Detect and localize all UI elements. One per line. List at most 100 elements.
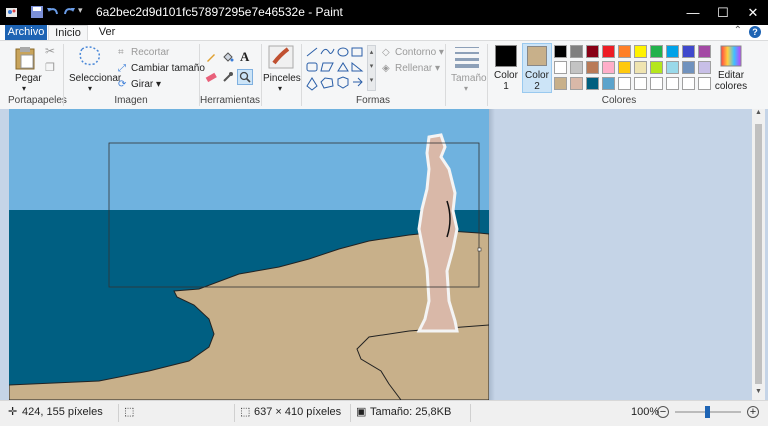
palette-swatch[interactable]	[618, 45, 631, 58]
palette-swatch[interactable]	[618, 61, 631, 74]
text-tool-icon[interactable]: A	[240, 49, 249, 65]
palette-swatch[interactable]	[554, 77, 567, 90]
palette-swatch[interactable]	[602, 77, 615, 90]
undo-icon[interactable]	[46, 5, 60, 19]
color1-label: Color 1	[494, 70, 518, 92]
color-wheel-icon	[720, 45, 742, 67]
pencil-icon[interactable]	[205, 51, 217, 63]
drawing-canvas[interactable]	[9, 109, 489, 400]
tab-inicio[interactable]: Inicio	[48, 25, 88, 40]
seleccionar-label: Seleccionar	[69, 73, 122, 84]
palette-swatch[interactable]	[682, 77, 695, 90]
copy-icon[interactable]: ❐	[45, 61, 55, 74]
separator	[301, 44, 302, 106]
color2-swatch	[527, 46, 547, 66]
editar-colores-button[interactable]: Editar colores	[714, 43, 748, 93]
color1-button[interactable]: Color 1	[491, 43, 521, 93]
canvas-shadow	[489, 109, 495, 400]
zoom-out-button[interactable]: −	[657, 406, 669, 418]
palette-swatch[interactable]	[666, 61, 679, 74]
cursor-position-icon: ✛	[8, 406, 18, 418]
tamano-label: Tamaño	[451, 73, 487, 84]
color1-swatch	[495, 45, 517, 67]
recortar-button[interactable]: Recortar	[131, 47, 169, 58]
pinceles-button[interactable]: Pinceles ▾	[263, 45, 301, 93]
palette-swatch[interactable]	[586, 61, 599, 74]
tab-archivo[interactable]: Archivo	[5, 25, 47, 40]
ribbon: Pegar ▾ ✂ ❐ Portapapeles Seleccionar ▾ ⌗…	[0, 40, 768, 110]
cambiar-tamano-button[interactable]: Cambiar tamaño	[131, 63, 205, 74]
palette-swatch[interactable]	[570, 45, 583, 58]
palette-swatch[interactable]	[698, 77, 711, 90]
palette-swatch[interactable]	[682, 45, 695, 58]
contorno-button[interactable]: Contorno ▾	[395, 47, 444, 58]
magnifier-button[interactable]	[237, 69, 253, 85]
file-size: Tamaño: 25,8KB	[370, 406, 452, 418]
group-colores-label: Colores	[601, 95, 637, 106]
close-button[interactable]: ✕	[738, 0, 768, 25]
palette-swatch[interactable]	[570, 61, 583, 74]
palette-swatch[interactable]	[650, 77, 663, 90]
palette-swatch[interactable]	[698, 45, 711, 58]
help-icon[interactable]: ?	[749, 26, 761, 38]
vertical-scrollbar[interactable]: ▲ ▼	[752, 109, 765, 400]
separator	[63, 44, 64, 106]
pinceles-dropdown-icon: ▾	[278, 84, 283, 93]
tamano-button[interactable]: Tamaño ▾	[449, 45, 487, 93]
scroll-down-icon[interactable]: ▼	[752, 388, 765, 400]
palette-swatch[interactable]	[634, 45, 647, 58]
palette-swatch[interactable]	[554, 61, 567, 74]
scroll-up-icon[interactable]: ▲	[752, 109, 765, 121]
palette-swatch[interactable]	[586, 45, 599, 58]
group-herramientas-label: Herramientas	[200, 95, 261, 106]
palette-swatch[interactable]	[650, 61, 663, 74]
palette-swatch[interactable]	[666, 45, 679, 58]
separator	[261, 44, 262, 106]
pegar-label: Pegar	[15, 73, 42, 84]
palette-swatch[interactable]	[666, 77, 679, 90]
shapes-gallery[interactable]	[305, 46, 375, 92]
girar-button[interactable]: Girar ▾	[131, 79, 161, 90]
palette-swatch[interactable]	[554, 45, 567, 58]
file-size-icon: ▣	[356, 406, 367, 418]
palette-swatch[interactable]	[586, 77, 599, 90]
contorno-label: Contorno	[395, 47, 437, 58]
seleccionar-button[interactable]: Seleccionar ▾	[68, 45, 121, 93]
maximize-button[interactable]: ☐	[708, 0, 738, 25]
zoom-slider-thumb[interactable]	[705, 406, 710, 418]
redo-icon[interactable]	[62, 5, 76, 19]
shapes-scroll[interactable]: ▴ ▾ ▾	[367, 45, 376, 91]
resize-handle[interactable]	[477, 247, 482, 252]
minimize-button[interactable]: —	[678, 0, 708, 25]
separator	[487, 44, 488, 106]
palette-swatch[interactable]	[682, 61, 695, 74]
save-icon[interactable]	[30, 5, 44, 19]
pegar-button[interactable]: Pegar ▾	[12, 45, 42, 93]
palette-swatch[interactable]	[634, 77, 647, 90]
palette-swatch[interactable]	[698, 61, 711, 74]
palette-swatch[interactable]	[570, 77, 583, 90]
rellenar-button[interactable]: Rellenar ▾	[395, 63, 440, 74]
palette-swatch[interactable]	[602, 61, 615, 74]
palette-swatch[interactable]	[618, 77, 631, 90]
zoom-slider[interactable]	[675, 406, 741, 418]
cut-icon[interactable]: ✂	[45, 44, 55, 58]
color-picker-icon[interactable]	[222, 71, 234, 83]
palette-swatch[interactable]	[602, 45, 615, 58]
collapse-ribbon-icon[interactable]: ⌃	[734, 25, 742, 36]
crop-icon: ⌗	[118, 47, 124, 58]
selection-size-icon: ⬚	[124, 406, 135, 418]
group-formas-label: Formas	[356, 95, 390, 106]
eraser-icon[interactable]	[205, 71, 217, 83]
fill-bucket-icon[interactable]	[222, 51, 234, 63]
quick-access-dropdown-icon[interactable]: ▾	[78, 5, 83, 16]
scroll-thumb[interactable]	[755, 124, 762, 384]
tab-ver[interactable]: Ver	[92, 25, 122, 40]
color2-button[interactable]: Color 2	[522, 43, 552, 93]
paint-app-icon	[6, 8, 17, 17]
zoom-in-button[interactable]: +	[747, 406, 759, 418]
group-imagen-label: Imagen	[114, 95, 148, 106]
palette-swatch[interactable]	[650, 45, 663, 58]
color-palette	[554, 45, 714, 93]
palette-swatch[interactable]	[634, 61, 647, 74]
